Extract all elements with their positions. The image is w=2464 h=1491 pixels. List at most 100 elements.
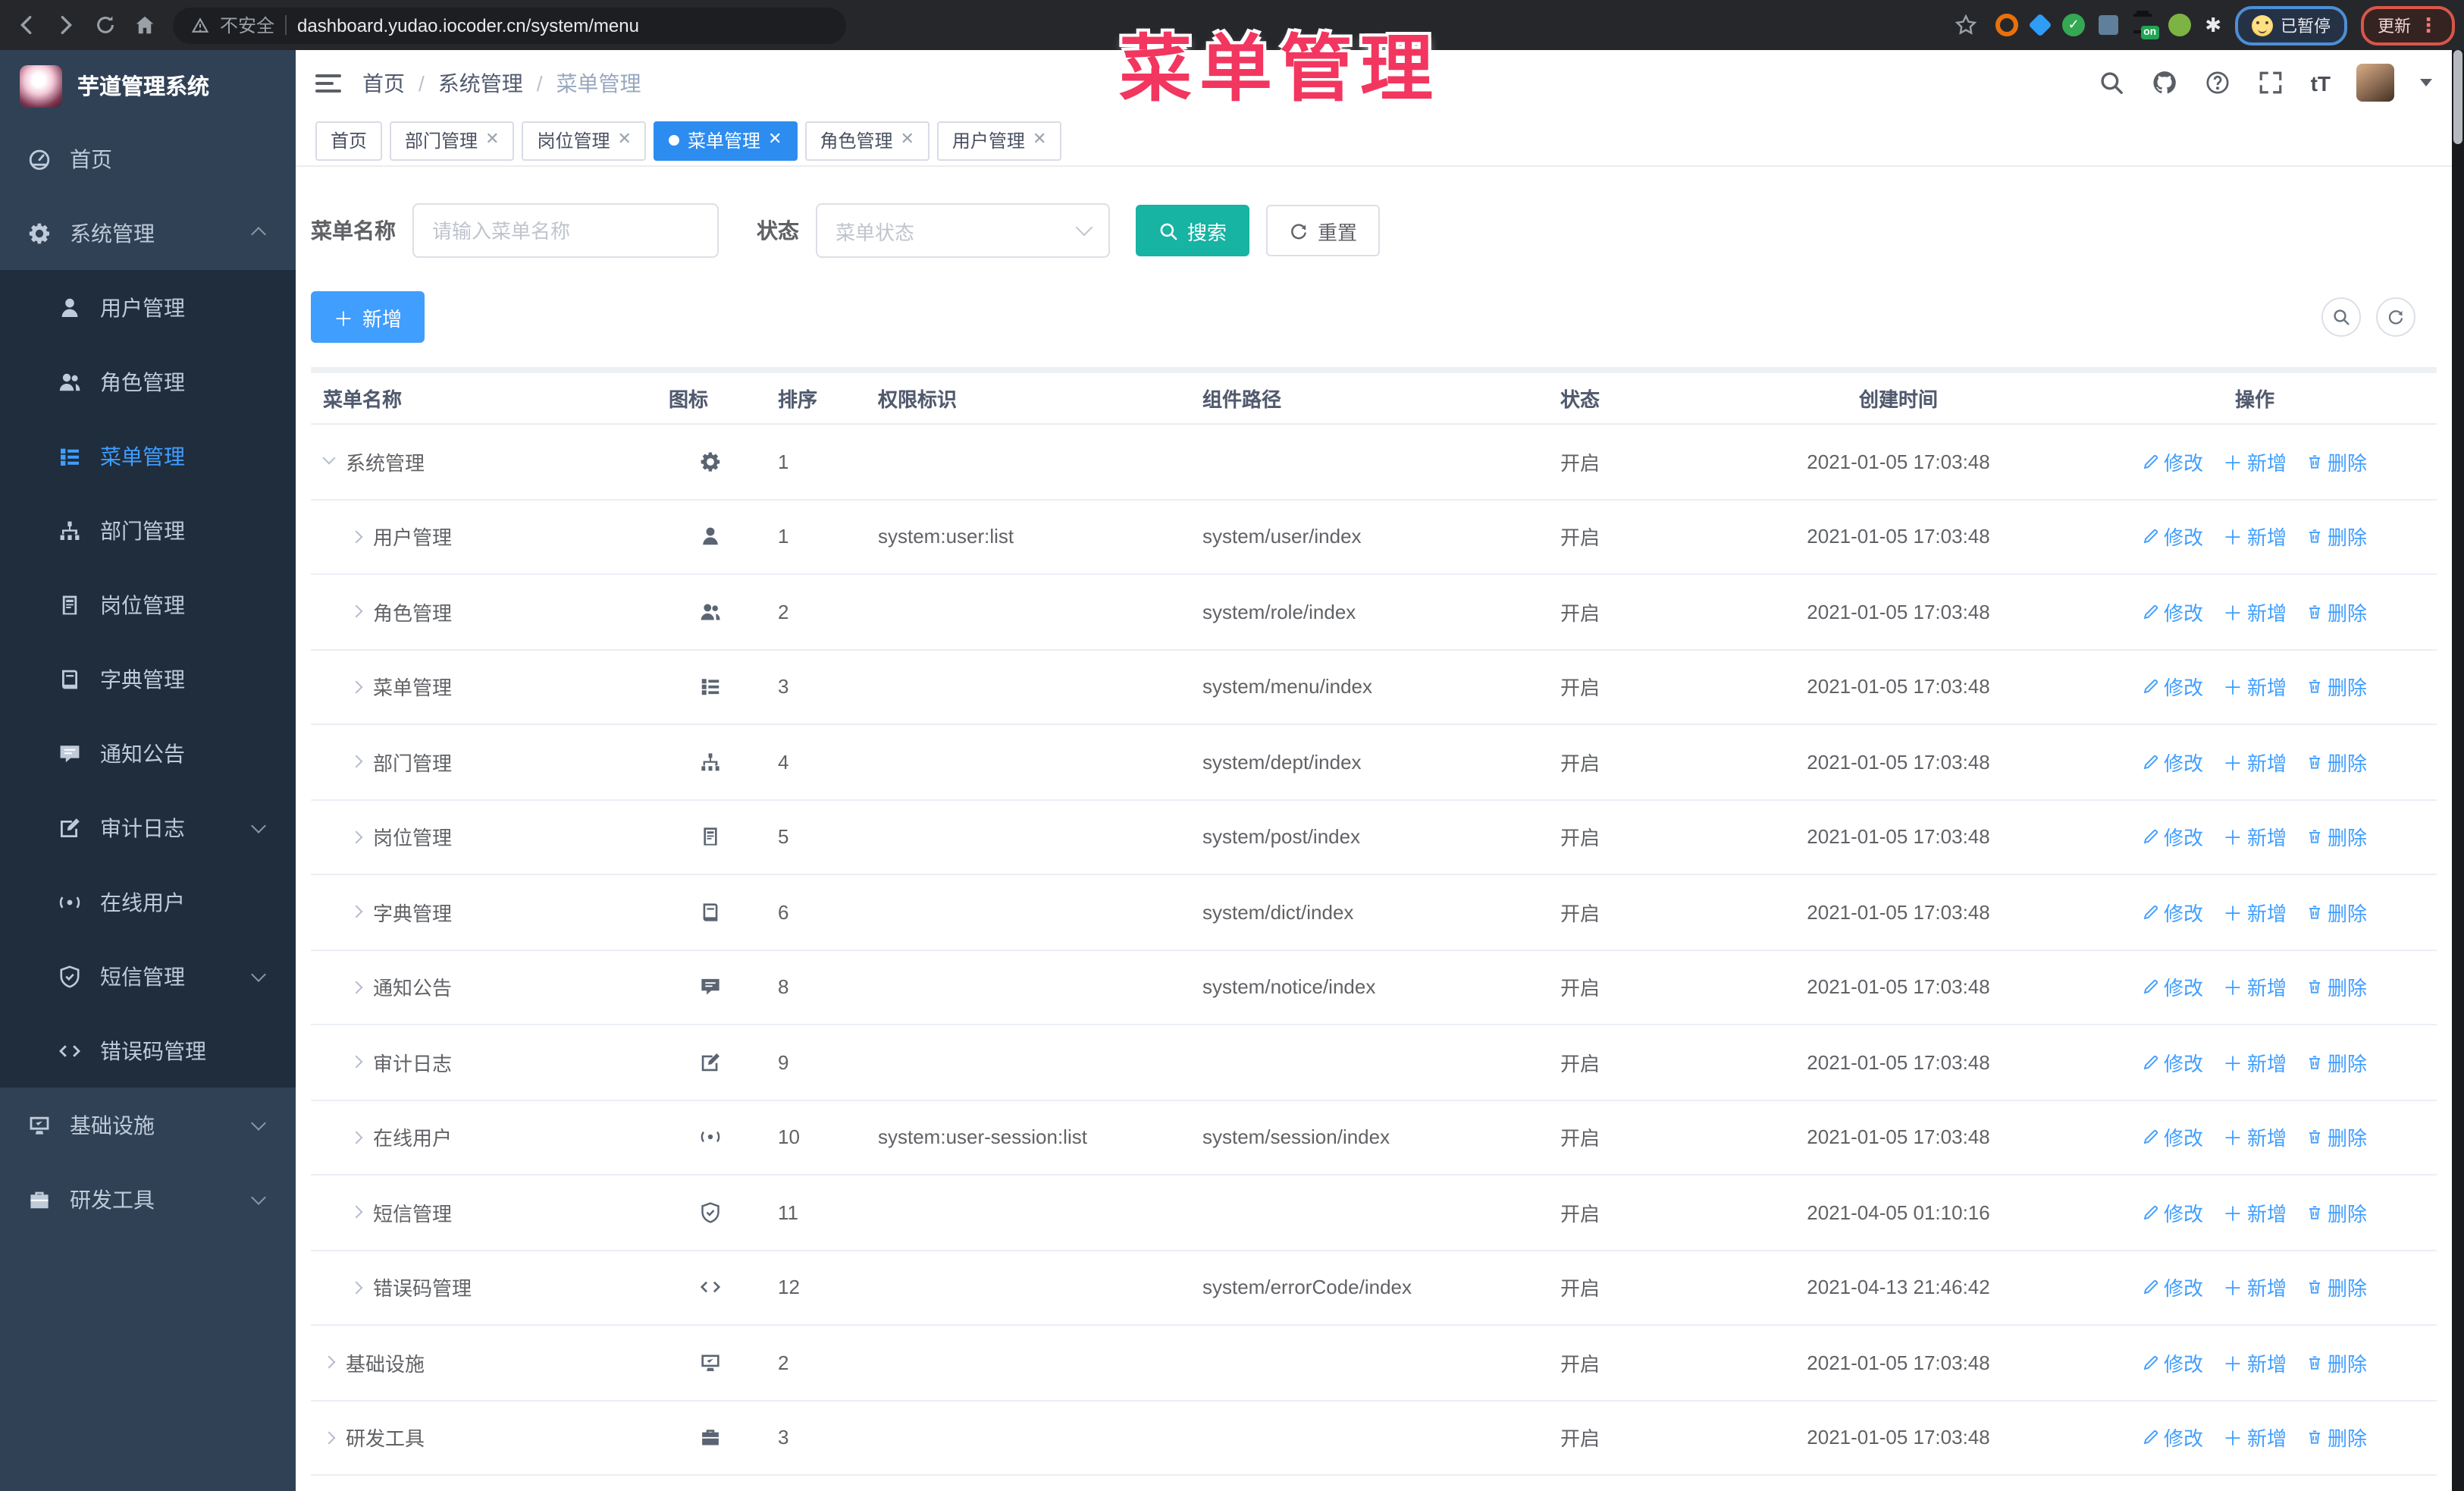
- delete-link[interactable]: 删除: [2306, 1348, 2367, 1377]
- bookmark-star-icon[interactable]: [1948, 8, 1982, 42]
- add-link[interactable]: ＋新增: [2223, 1348, 2287, 1377]
- edit-link[interactable]: 修改: [2143, 973, 2203, 1002]
- tab-岗位管理[interactable]: 岗位管理 ✕: [522, 121, 647, 160]
- sidebar-item-tree[interactable]: 部门管理: [0, 493, 296, 567]
- delete-link[interactable]: 删除: [2306, 1273, 2367, 1302]
- sidebar-item-dashboard[interactable]: 首页: [0, 121, 296, 196]
- expand-row-icon[interactable]: [350, 831, 362, 843]
- expand-row-icon[interactable]: [323, 1432, 335, 1444]
- delete-link[interactable]: 删除: [2306, 898, 2367, 927]
- delete-link[interactable]: 删除: [2306, 1048, 2367, 1077]
- page-scrollbar[interactable]: [2452, 50, 2464, 1491]
- back-icon[interactable]: [9, 8, 42, 42]
- github-icon[interactable]: [2152, 69, 2179, 96]
- close-tab-icon[interactable]: ✕: [1033, 131, 1046, 149]
- close-tab-icon[interactable]: ✕: [618, 131, 632, 149]
- extension-icon[interactable]: [2168, 14, 2192, 36]
- extension-icon[interactable]: [1995, 14, 2019, 36]
- sidebar-item-code[interactable]: 错误码管理: [0, 1013, 296, 1088]
- toggle-search-button[interactable]: [2321, 297, 2361, 337]
- sidebar-item-online[interactable]: 在线用户: [0, 865, 296, 939]
- expand-row-icon[interactable]: [350, 531, 362, 543]
- delete-link[interactable]: 删除: [2306, 823, 2367, 852]
- expand-row-icon[interactable]: [323, 456, 335, 468]
- extensions-puzzle-icon[interactable]: ✱: [2205, 15, 2221, 35]
- expand-row-icon[interactable]: [350, 906, 362, 918]
- edit-link[interactable]: 修改: [2143, 523, 2203, 551]
- sidebar-item-monitor[interactable]: 基础设施: [0, 1088, 296, 1162]
- add-link[interactable]: ＋新增: [2223, 1048, 2287, 1077]
- sidebar-item-gear[interactable]: 系统管理: [0, 196, 296, 270]
- add-link[interactable]: ＋新增: [2223, 973, 2287, 1002]
- search-icon[interactable]: [2099, 69, 2126, 96]
- add-button[interactable]: ＋ 新增: [311, 291, 425, 343]
- edit-link[interactable]: 修改: [2143, 898, 2203, 927]
- tab-用户管理[interactable]: 用户管理 ✕: [936, 121, 1062, 160]
- add-link[interactable]: ＋新增: [2223, 1198, 2287, 1227]
- tab-部门管理[interactable]: 部门管理 ✕: [390, 121, 515, 160]
- delete-link[interactable]: 删除: [2306, 973, 2367, 1002]
- menu-name-input[interactable]: [412, 203, 719, 258]
- fullscreen-icon[interactable]: [2258, 69, 2285, 96]
- scrollbar-thumb[interactable]: [2453, 50, 2462, 144]
- add-link[interactable]: ＋新增: [2223, 447, 2287, 476]
- delete-link[interactable]: 删除: [2306, 1424, 2367, 1452]
- delete-link[interactable]: 删除: [2306, 1123, 2367, 1152]
- expand-row-icon[interactable]: [323, 1357, 335, 1369]
- sidebar-item-book[interactable]: 字典管理: [0, 642, 296, 716]
- refresh-table-button[interactable]: [2376, 297, 2415, 337]
- extension-icon[interactable]: [2028, 13, 2052, 37]
- add-link[interactable]: ＋新增: [2223, 823, 2287, 852]
- collapse-sidebar-icon[interactable]: [315, 74, 341, 92]
- edit-link[interactable]: 修改: [2143, 1348, 2203, 1377]
- close-tab-icon[interactable]: ✕: [485, 131, 499, 149]
- search-button[interactable]: 搜索: [1136, 205, 1250, 256]
- add-link[interactable]: ＋新增: [2223, 1424, 2287, 1452]
- sidebar-item-shield[interactable]: 短信管理: [0, 939, 296, 1013]
- edit-link[interactable]: 修改: [2143, 1123, 2203, 1152]
- delete-link[interactable]: 删除: [2306, 1198, 2367, 1227]
- sidebar-item-edit[interactable]: 审计日志: [0, 790, 296, 865]
- expand-row-icon[interactable]: [350, 981, 362, 993]
- close-tab-icon[interactable]: ✕: [768, 131, 782, 149]
- browser-update-button[interactable]: 更新 ⋮: [2361, 5, 2455, 45]
- add-link[interactable]: ＋新增: [2223, 898, 2287, 927]
- delete-link[interactable]: 删除: [2306, 748, 2367, 777]
- expand-row-icon[interactable]: [350, 1056, 362, 1069]
- expand-row-icon[interactable]: [350, 1282, 362, 1294]
- edit-link[interactable]: 修改: [2143, 823, 2203, 852]
- status-select[interactable]: 菜单状态: [816, 203, 1110, 258]
- extension-on-icon[interactable]: on: [2132, 14, 2160, 39]
- text-size-icon[interactable]: tT: [2311, 71, 2331, 95]
- tab-菜单管理[interactable]: 菜单管理 ✕: [654, 121, 798, 160]
- avatar[interactable]: [2356, 64, 2394, 102]
- sidebar-item-users[interactable]: 角色管理: [0, 344, 296, 419]
- edit-link[interactable]: 修改: [2143, 1198, 2203, 1227]
- url-bar[interactable]: 不安全 dashboard.yudao.iocoder.cn/system/me…: [173, 7, 846, 43]
- extension-icon[interactable]: [2099, 15, 2119, 35]
- chevron-down-icon[interactable]: [2420, 79, 2432, 86]
- app-logo[interactable]: 芋道管理系统: [0, 50, 296, 121]
- breadcrumb-system[interactable]: 系统管理: [438, 67, 523, 98]
- edit-link[interactable]: 修改: [2143, 748, 2203, 777]
- expand-row-icon[interactable]: [350, 1132, 362, 1144]
- expand-row-icon[interactable]: [350, 756, 362, 768]
- breadcrumb-home[interactable]: 首页: [362, 67, 405, 98]
- delete-link[interactable]: 删除: [2306, 447, 2367, 476]
- edit-link[interactable]: 修改: [2143, 447, 2203, 476]
- expand-row-icon[interactable]: [350, 681, 362, 693]
- tab-角色管理[interactable]: 角色管理 ✕: [804, 121, 929, 160]
- reload-icon[interactable]: [88, 8, 121, 42]
- add-link[interactable]: ＋新增: [2223, 1273, 2287, 1302]
- close-tab-icon[interactable]: ✕: [900, 131, 914, 149]
- add-link[interactable]: ＋新增: [2223, 748, 2287, 777]
- edit-link[interactable]: 修改: [2143, 673, 2203, 702]
- add-link[interactable]: ＋新增: [2223, 523, 2287, 551]
- home-icon[interactable]: [127, 8, 161, 42]
- sidebar-item-toolbox[interactable]: 研发工具: [0, 1162, 296, 1236]
- tab-首页[interactable]: 首页 ✕: [315, 121, 383, 160]
- sidebar-item-badge[interactable]: 岗位管理: [0, 567, 296, 642]
- extension-check-icon[interactable]: ✓: [2062, 14, 2086, 36]
- delete-link[interactable]: 删除: [2306, 673, 2367, 702]
- delete-link[interactable]: 删除: [2306, 598, 2367, 626]
